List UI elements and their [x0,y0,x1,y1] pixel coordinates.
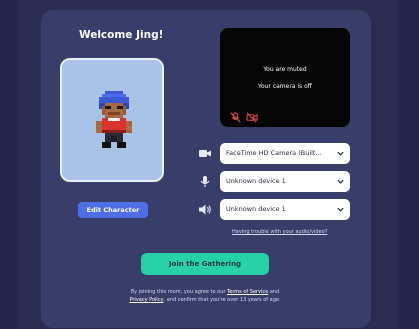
terms-of-service-link[interactable]: Terms of Service [227,289,268,295]
camera-preview: You are muted Your camera is off [220,28,350,127]
av-trouble-link[interactable]: Having trouble with your audio/video? [232,229,327,235]
muted-status-text: You are muted [263,66,307,73]
camera-select-value: FaceTime HD Camera (Built... [226,149,322,157]
video-camera-icon [199,150,211,157]
camera-off-status-text: Your camera is off [258,83,312,90]
microphone-muted-icon[interactable] [230,112,241,123]
camera-off-icon[interactable] [246,112,258,123]
avatar-preview [60,58,164,182]
microphone-select[interactable]: Unknown device 1 [220,171,350,192]
terms-notice: By joining this room, you agree to our T… [110,288,300,304]
background-edge-right [397,0,419,329]
terms-suffix-text: , and confirm that you're over 13 years … [163,297,281,303]
chevron-down-icon [337,179,344,184]
welcome-title: Welcome Jing! [79,29,164,41]
camera-select[interactable]: FaceTime HD Camera (Built... [220,143,350,164]
microphone-device-row: Unknown device 1 [198,171,350,192]
speaker-select-value: Unknown device 1 [226,205,286,213]
terms-and-text: and [269,289,280,295]
pixel-character-avatar [96,91,132,148]
chevron-down-icon [337,151,344,156]
background-edge-left [0,0,18,329]
join-gathering-button[interactable]: Join the Gathering [141,253,269,275]
speaker-icon [199,204,211,215]
privacy-policy-link[interactable]: Privacy Policy [129,297,163,303]
terms-prefix-text: By joining this room, you agree to our [130,289,226,295]
microphone-select-value: Unknown device 1 [226,177,286,185]
speaker-select[interactable]: Unknown device 1 [220,199,350,220]
edit-character-button[interactable]: Edit Character [78,202,148,218]
chevron-down-icon [337,207,344,212]
microphone-icon [200,176,210,187]
camera-device-row: FaceTime HD Camera (Built... [198,143,350,164]
speaker-device-row: Unknown device 1 [198,199,350,220]
preview-status-icons [230,112,258,123]
